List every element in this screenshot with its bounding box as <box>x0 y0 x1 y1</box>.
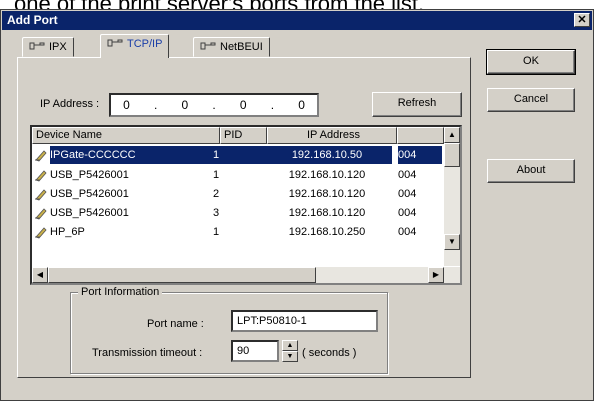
printer-icon <box>35 227 47 239</box>
table-row[interactable]: HP_6P 1 192.168.10.250 004 <box>32 223 442 241</box>
printer-icon <box>35 189 47 201</box>
arrow-down-icon: ▼ <box>448 237 456 246</box>
table-row[interactable]: USB_P5426001 3 192.168.10.120 004 <box>32 204 442 222</box>
cell-ip-address: 192.168.10.50 <box>262 146 392 164</box>
cell-ip-address: 192.168.10.120 <box>288 188 366 200</box>
spin-down-button[interactable]: ▼ <box>282 351 298 362</box>
scroll-up-button[interactable]: ▲ <box>444 127 460 143</box>
cell-extra: 004 <box>398 207 417 219</box>
device-list[interactable]: Device Name PID IP Address IPGate-CCCCCC… <box>30 125 462 285</box>
transmission-timeout-label: Transmission timeout : <box>92 347 203 359</box>
timeout-spinner[interactable]: ▲ ▼ <box>282 340 298 362</box>
tab-label: TCP/IP <box>127 38 163 50</box>
network-cable-icon <box>107 39 123 47</box>
timeout-unit-label: ( seconds ) <box>302 347 357 359</box>
arrow-up-icon: ▲ <box>286 342 294 349</box>
port-information-group <box>70 292 388 374</box>
tab-ipx[interactable]: IPX <box>22 37 74 57</box>
arrow-left-icon: ◀ <box>36 270 44 279</box>
close-button[interactable]: ✕ <box>574 13 590 27</box>
cell-pid: 3 <box>212 207 220 219</box>
cell-device-name: USB_P5426001 <box>50 169 129 181</box>
ip-octet-4[interactable]: 0 <box>298 98 305 112</box>
cell-extra: 004 <box>398 146 442 164</box>
scroll-down-button[interactable]: ▼ <box>444 234 460 250</box>
cell-extra: 004 <box>398 188 417 200</box>
ip-address-label: IP Address : <box>40 98 100 110</box>
ip-octet-2[interactable]: 0 <box>181 98 188 112</box>
table-row[interactable]: USB_P5426001 2 192.168.10.120 004 <box>32 185 442 203</box>
scroll-thumb-horizontal[interactable] <box>48 267 316 283</box>
cell-pid: 1 <box>212 226 220 238</box>
cancel-button[interactable]: Cancel <box>487 88 575 112</box>
tab-netbeui[interactable]: NetBEUI <box>193 37 270 57</box>
cell-device-name: IPGate-CCCCCC <box>50 146 170 164</box>
ip-octet-3[interactable]: 0 <box>240 98 247 112</box>
network-cable-icon <box>29 42 45 50</box>
tab-tcpip[interactable]: TCP/IP <box>100 34 170 58</box>
tab-label: IPX <box>49 41 67 53</box>
ip-dot: . <box>212 98 216 112</box>
arrow-up-icon: ▲ <box>448 130 456 139</box>
table-row[interactable]: IPGate-CCCCCC 1 192.168.10.50 004 <box>32 146 442 164</box>
ip-dot: . <box>153 98 158 112</box>
cell-extra: 004 <box>398 169 417 181</box>
ip-address-field[interactable]: 0 . 0 . 0 . 0 <box>109 93 319 117</box>
table-row[interactable]: USB_P5426001 1 192.168.10.120 004 <box>32 166 442 184</box>
cell-pid: 1 <box>170 146 262 164</box>
close-icon: ✕ <box>577 14 587 26</box>
timeout-input[interactable]: 90 <box>231 340 279 362</box>
cell-pid: 2 <box>212 188 220 200</box>
scroll-thumb-vertical[interactable] <box>444 143 460 167</box>
cell-pid: 1 <box>212 169 220 181</box>
scroll-left-button[interactable]: ◀ <box>32 267 48 283</box>
port-name-label: Port name : <box>147 318 204 330</box>
ok-button[interactable]: OK <box>486 49 576 75</box>
spin-up-button[interactable]: ▲ <box>282 340 298 351</box>
port-name-field[interactable]: LPT:P50810-1 <box>231 310 378 332</box>
column-extra[interactable] <box>397 127 444 144</box>
cell-device-name: USB_P5426001 <box>50 188 129 200</box>
column-pid[interactable]: PID <box>220 127 267 144</box>
about-button[interactable]: About <box>487 159 575 183</box>
cell-device-name: HP_6P <box>50 226 85 238</box>
window-title: Add Port <box>7 13 58 27</box>
cell-ip-address: 192.168.10.120 <box>288 169 366 181</box>
title-bar: Add Port ✕ <box>2 11 592 30</box>
refresh-button[interactable]: Refresh <box>372 92 462 117</box>
column-ip-address[interactable]: IP Address <box>267 127 397 144</box>
printer-icon <box>35 150 47 162</box>
scroll-right-button[interactable]: ▶ <box>428 267 444 283</box>
cell-ip-address: 192.168.10.120 <box>288 207 366 219</box>
horizontal-scrollbar[interactable]: ◀ ▶ <box>32 267 460 283</box>
column-device-name[interactable]: Device Name <box>32 127 220 144</box>
cell-extra: 004 <box>398 226 417 238</box>
tab-label: NetBEUI <box>220 41 263 53</box>
cell-ip-address: 192.168.10.250 <box>288 226 366 238</box>
vertical-scrollbar[interactable]: ▲ ▼ <box>444 127 460 266</box>
arrow-down-icon: ▼ <box>286 353 294 360</box>
ip-dot: . <box>270 98 275 112</box>
cell-device-name: USB_P5426001 <box>50 207 129 219</box>
list-header: Device Name PID IP Address <box>32 127 460 144</box>
network-cable-icon <box>200 42 216 50</box>
arrow-right-icon: ▶ <box>432 270 440 279</box>
printer-icon <box>35 170 47 182</box>
ip-octet-1[interactable]: 0 <box>123 98 130 112</box>
port-information-title: Port Information <box>78 286 163 298</box>
printer-icon <box>35 208 47 220</box>
